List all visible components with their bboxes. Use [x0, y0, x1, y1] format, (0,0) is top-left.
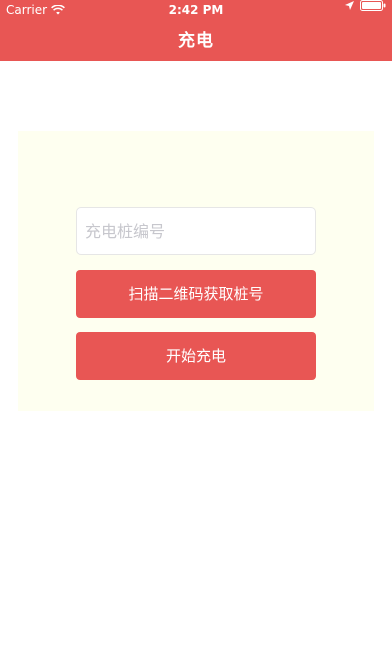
location-arrow-icon — [345, 1, 354, 10]
status-bar: Carrier 2:42 PM — [0, 0, 392, 20]
status-right — [345, 0, 386, 11]
scan-qr-code-button[interactable]: 扫描二维码获取桩号 — [76, 270, 316, 318]
start-charging-button[interactable]: 开始充电 — [76, 332, 316, 380]
pile-number-input[interactable] — [76, 207, 316, 255]
charging-form-panel: 扫描二维码获取桩号 开始充电 — [18, 131, 374, 411]
battery-icon — [360, 0, 386, 11]
status-time: 2:42 PM — [168, 3, 224, 17]
page-title: 充电 — [178, 31, 214, 51]
navigation-header: Carrier 2:42 PM 充电 — [0, 0, 392, 61]
